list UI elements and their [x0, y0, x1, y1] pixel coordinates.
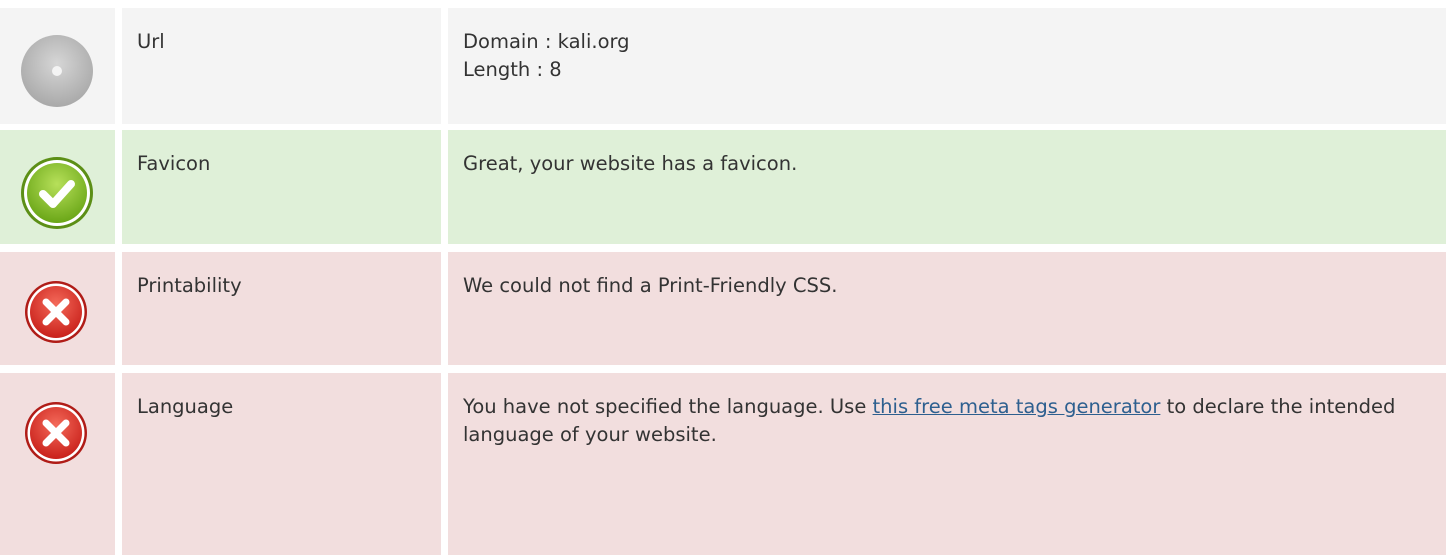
row-label: Url: [137, 30, 165, 53]
status-cell: [0, 8, 115, 124]
row-label-cell: Language: [122, 373, 441, 555]
printability-result: We could not find a Print-Friendly CSS.: [463, 274, 838, 297]
row-label: Printability: [137, 274, 242, 297]
error-x-circle-icon: [24, 401, 88, 465]
meta-tags-generator-link[interactable]: this free meta tags generator: [873, 395, 1161, 418]
row-value-cell: You have not specified the language. Use…: [448, 373, 1446, 555]
error-x-circle-icon: [24, 280, 88, 344]
row-label: Language: [137, 395, 234, 418]
status-cell: [0, 252, 115, 365]
row-label-cell: Printability: [122, 252, 441, 365]
language-result-text: You have not specified the language. Use: [463, 395, 873, 418]
favicon-result: Great, your website has a favicon.: [463, 152, 798, 175]
length-value: Length : 8: [463, 58, 562, 81]
row-value-cell: Domain : kali.org Length : 8: [448, 8, 1446, 124]
table-row-printability: Printability We could not find a Print-F…: [0, 252, 1446, 365]
row-label: Favicon: [137, 152, 211, 175]
domain-value: Domain : kali.org: [463, 30, 630, 53]
status-cell: [0, 130, 115, 244]
row-value-cell: We could not find a Print-Friendly CSS.: [448, 252, 1446, 365]
check-circle-icon: [20, 156, 94, 230]
table-row-favicon: Favicon Great, your website has a favico…: [0, 130, 1446, 244]
row-label-cell: Url: [122, 8, 441, 124]
row-label-cell: Favicon: [122, 130, 441, 244]
status-cell: [0, 373, 115, 555]
row-value-cell: Great, your website has a favicon.: [448, 130, 1446, 244]
table-row-url: Url Domain : kali.org Length : 8: [0, 8, 1446, 124]
neutral-circle-icon: [20, 34, 94, 108]
table-row-language: Language You have not specified the lang…: [0, 373, 1446, 555]
seo-analysis-table: Url Domain : kali.org Length : 8 Favicon…: [0, 0, 1446, 555]
